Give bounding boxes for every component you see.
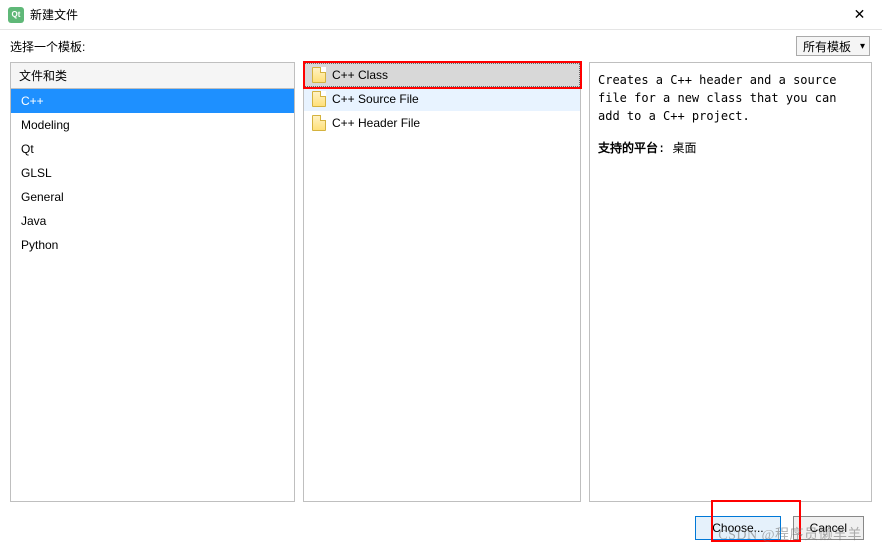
category-item-general[interactable]: General — [11, 185, 294, 209]
file-icon — [312, 91, 326, 107]
template-item-cpp-class[interactable]: C++ Class — [304, 63, 580, 87]
category-item-glsl[interactable]: GLSL — [11, 161, 294, 185]
details-panel: Creates a C++ header and a source file f… — [589, 62, 872, 502]
close-icon: ✕ — [854, 6, 866, 23]
template-item-cpp-source[interactable]: C++ Source File — [304, 87, 580, 111]
subtitle-row: 选择一个模板: 所有模板 — [0, 30, 882, 62]
subtitle-label: 选择一个模板: — [10, 38, 85, 55]
choose-button[interactable]: Choose... — [695, 516, 780, 540]
platform-line: 支持的平台: 桌面 — [598, 139, 863, 156]
template-list: C++ Class C++ Source File C++ Header Fil… — [303, 62, 581, 502]
window-title: 新建文件 — [30, 6, 78, 23]
category-item-python[interactable]: Python — [11, 233, 294, 257]
file-icon — [312, 67, 326, 83]
template-description: Creates a C++ header and a source file f… — [598, 71, 863, 125]
platform-value: 桌面 — [672, 141, 696, 155]
close-button[interactable]: ✕ — [837, 0, 882, 30]
titlebar: Qt 新建文件 ✕ — [0, 0, 882, 30]
category-item-modeling[interactable]: Modeling — [11, 113, 294, 137]
template-item-cpp-header[interactable]: C++ Header File — [304, 111, 580, 135]
category-item-cpp[interactable]: C++ — [11, 89, 294, 113]
category-item-java[interactable]: Java — [11, 209, 294, 233]
category-list: 文件和类 C++ Modeling Qt GLSL General Java P… — [10, 62, 295, 502]
template-filter-select[interactable]: 所有模板 — [796, 36, 870, 56]
file-icon — [312, 115, 326, 131]
titlebar-left: Qt 新建文件 — [8, 6, 78, 23]
app-icon: Qt — [8, 7, 24, 23]
button-row: Choose... Cancel — [695, 516, 864, 540]
category-header: 文件和类 — [11, 63, 294, 89]
category-item-qt[interactable]: Qt — [11, 137, 294, 161]
filter-label: 所有模板 — [803, 38, 851, 55]
cancel-button[interactable]: Cancel — [793, 516, 864, 540]
platform-label: 支持的平台 — [598, 141, 658, 155]
main-area: 文件和类 C++ Modeling Qt GLSL General Java P… — [0, 62, 882, 502]
